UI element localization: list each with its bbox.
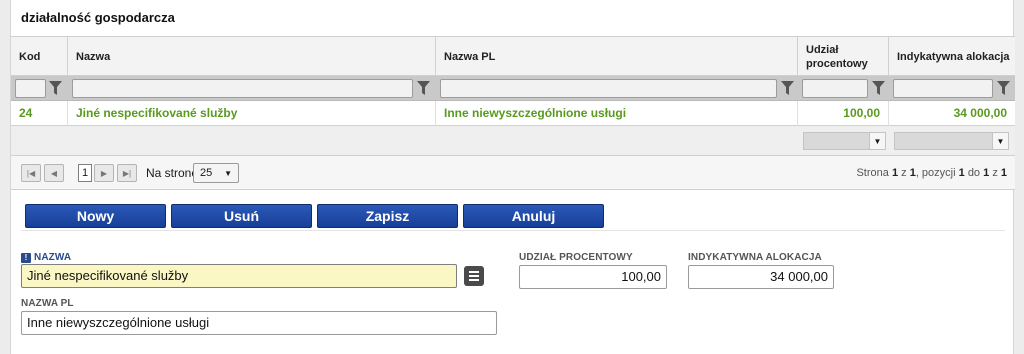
filter-funnel-icon[interactable] xyxy=(997,81,1010,96)
current-page-input[interactable]: 1 xyxy=(78,164,92,182)
filter-kod-input[interactable] xyxy=(15,79,46,98)
nazwa-label: ! NAZWA xyxy=(21,252,71,263)
column-header-udzial[interactable]: Udział procentowy xyxy=(798,37,889,77)
per-page-label: Na stronę xyxy=(146,166,199,180)
cell-kod: 24 xyxy=(11,101,68,126)
filter-nazwa-pl xyxy=(440,79,794,98)
last-page-button[interactable]: ▶| xyxy=(117,164,137,182)
nazwa-field[interactable]: Jiné nespecifikované služby xyxy=(21,264,457,288)
summary-udzial-select[interactable]: ▼ xyxy=(803,132,886,150)
filter-udzial-input[interactable] xyxy=(802,79,868,98)
section-title: działalność gospodarcza xyxy=(21,10,175,25)
chevron-down-icon: ▼ xyxy=(992,133,1008,149)
prev-page-button[interactable]: ◀ xyxy=(44,164,64,182)
alokacja-label: INDYKATYWNA ALOKACJA xyxy=(688,252,822,263)
column-header-kod[interactable]: Kod xyxy=(11,37,68,77)
filter-nazwa xyxy=(72,79,432,98)
filter-nazwa-pl-input[interactable] xyxy=(440,79,777,98)
column-header-alokacja[interactable]: Indykatywna alokacja xyxy=(889,37,1015,77)
pager-info: Strona 1 z 1, pozycji 1 do 1 z 1 xyxy=(856,167,1007,179)
main-panel: działalność gospodarcza Kod Nazwa Nazwa … xyxy=(10,0,1015,354)
first-page-button[interactable]: |◀ xyxy=(21,164,41,182)
column-header-nazwa-pl[interactable]: Nazwa PL xyxy=(436,37,798,77)
cell-nazwa-pl: Inne niewyszczególnione usługi xyxy=(436,101,798,126)
next-page-button[interactable]: ▶ xyxy=(94,164,114,182)
summary-row: ▼ ▼ xyxy=(11,126,1015,156)
filter-funnel-icon[interactable] xyxy=(49,81,62,96)
per-page-select[interactable]: 25 ▼ xyxy=(193,163,239,183)
udzial-field[interactable]: 100,00 xyxy=(519,265,667,289)
summary-alokacja-select[interactable]: ▼ xyxy=(894,132,1009,150)
chevron-down-icon: ▼ xyxy=(869,133,885,149)
chevron-down-icon: ▼ xyxy=(224,169,232,178)
filter-row xyxy=(11,76,1015,101)
filter-alokacja xyxy=(893,79,1011,98)
filter-funnel-icon[interactable] xyxy=(417,81,430,96)
udzial-label: UDZIAŁ PROCENTOWY xyxy=(519,252,633,263)
nazwa-pl-label: NAZWA PL xyxy=(21,298,74,309)
grid-header-row: Kod Nazwa Nazwa PL Udział procentowy Ind… xyxy=(11,36,1015,77)
cell-udzial: 100,00 xyxy=(798,101,889,126)
filter-funnel-icon[interactable] xyxy=(781,81,794,96)
pager: |◀ ◀ 1 ▶ ▶| Na stronę 25 ▼ Strona 1 z 1,… xyxy=(11,156,1015,190)
zapisz-button[interactable]: Zapisz xyxy=(317,204,458,228)
nowy-button[interactable]: Nowy xyxy=(25,204,166,228)
usun-button[interactable]: Usuń xyxy=(171,204,312,228)
alokacja-field[interactable]: 34 000,00 xyxy=(688,265,834,289)
filter-alokacja-input[interactable] xyxy=(893,79,993,98)
filter-kod xyxy=(15,79,63,98)
table-row[interactable]: 24 Jiné nespecifikované služby Inne niew… xyxy=(11,101,1015,126)
nazwa-pl-field[interactable]: Inne niewyszczególnione usługi xyxy=(21,311,497,335)
filter-nazwa-input[interactable] xyxy=(72,79,413,98)
cell-nazwa: Jiné nespecifikované služby xyxy=(68,101,436,126)
divider xyxy=(21,230,1005,231)
filter-udzial xyxy=(802,79,886,98)
column-header-nazwa[interactable]: Nazwa xyxy=(68,37,436,77)
per-page-value: 25 xyxy=(200,167,213,179)
cell-alokacja: 34 000,00 xyxy=(953,106,1007,120)
list-icon[interactable] xyxy=(464,266,484,286)
required-icon: ! xyxy=(21,252,31,263)
anuluj-button[interactable]: Anuluj xyxy=(463,204,604,228)
filter-funnel-icon[interactable] xyxy=(872,81,885,96)
